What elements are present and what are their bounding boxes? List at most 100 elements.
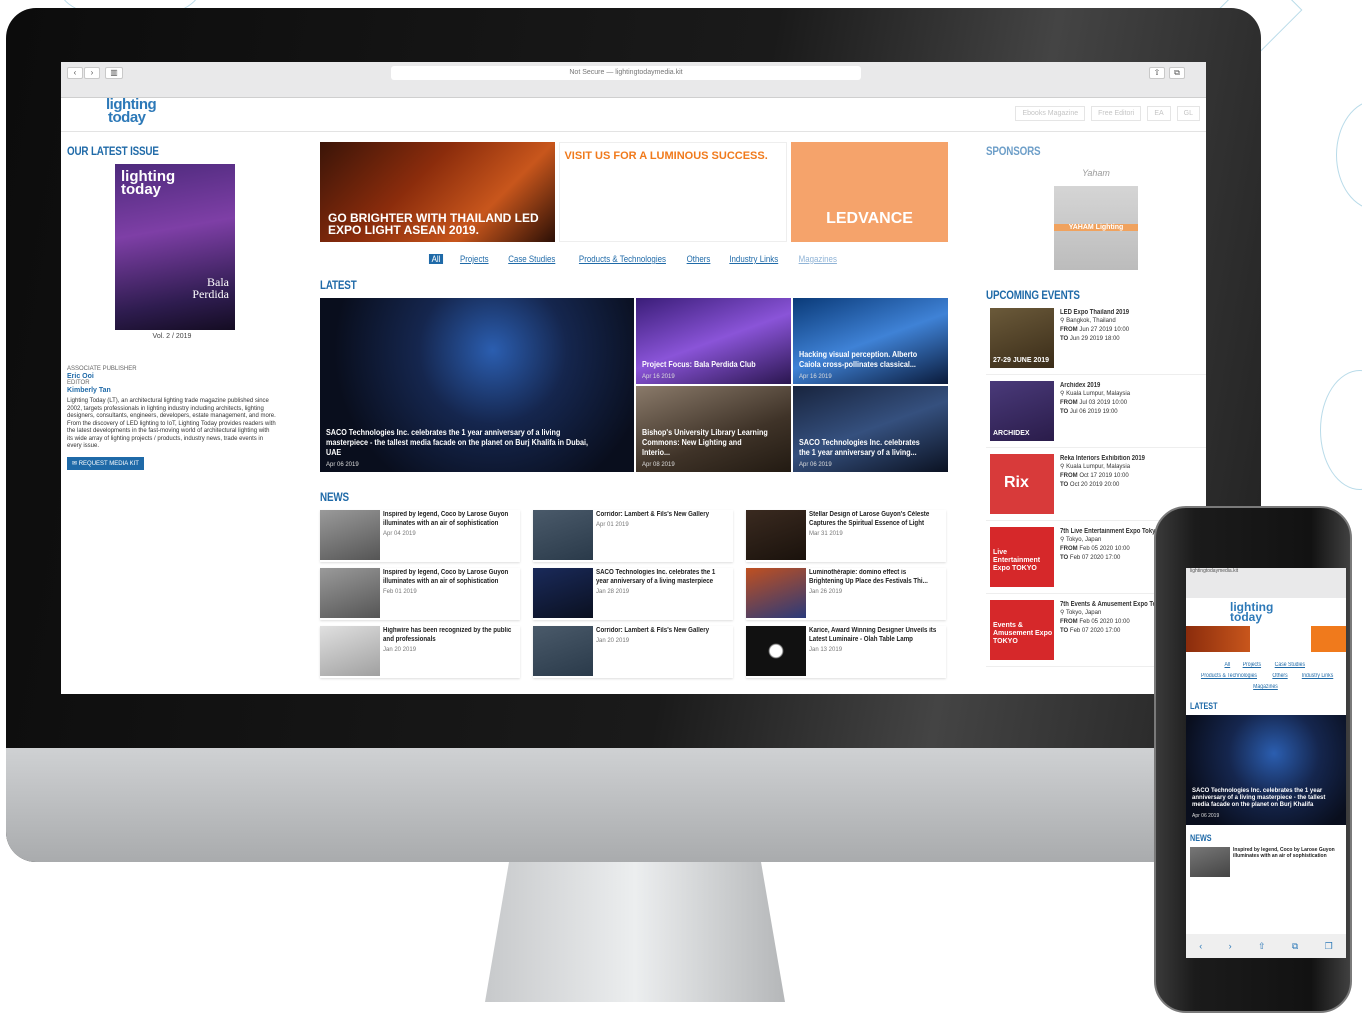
phone-news-item[interactable]: Inspired by legend, Coco by Larose Guyon… [1190, 847, 1346, 877]
sponsor-logo[interactable]: YAHAM Lighting [1054, 186, 1138, 270]
phone-tab-magazines[interactable]: Magazines [1254, 682, 1279, 693]
news-thumbnail [746, 568, 806, 618]
phone-url-bar[interactable]: lightingtodaymedia.kit [1186, 568, 1346, 598]
phone-site-logo[interactable]: lighting today [1230, 601, 1346, 623]
phone-tab-products[interactable]: Products & Technologies [1201, 671, 1257, 682]
card-date: Apr 16 2019 [799, 374, 832, 380]
event-item[interactable]: ARCHIDEX Archidex 2019 ⚲ Kuala Lumpur, Ma… [986, 375, 1206, 448]
imac-chin [6, 748, 1261, 862]
event-item[interactable]: 27-29 JUNE 2019 LED Expo Thailand 2019 ⚲ … [986, 302, 1206, 375]
tabs-icon[interactable]: ⧉ [1169, 67, 1185, 79]
phone-forward-icon[interactable]: › [1229, 941, 1232, 951]
phone-news-heading: NEWS [1190, 833, 1212, 843]
iphone-device: lightingtodaymedia.kit lighting today All… [1154, 506, 1352, 1013]
news-item[interactable]: Highwire has been recognized by the publ… [320, 626, 520, 678]
magazine-cover[interactable]: lighting today Bala Perdida [115, 164, 235, 330]
phone-tab-industry[interactable]: Industry Links [1302, 671, 1333, 682]
banner-visit-us[interactable]: VISIT US FOR A LUMINOUS SUCCESS. [559, 142, 788, 242]
header-link-gl[interactable]: GL [1176, 106, 1200, 121]
news-item[interactable]: Corridor: Lambert & Fils's New Gallery Ap… [533, 510, 733, 562]
phone-banner[interactable] [1186, 626, 1346, 652]
card-title: SACO Technologies Inc. celebrates the 1 … [326, 428, 589, 457]
phone-tabs-icon[interactable]: ❐ [1325, 941, 1333, 952]
left-column: OUR LATEST ISSUE lighting today Bala Perdi… [67, 144, 277, 470]
phone-latest-heading: LATEST [1190, 701, 1218, 711]
event-image: ARCHIDEX [990, 381, 1054, 441]
phone-bookmarks-icon[interactable]: ⧉ [1292, 941, 1298, 952]
phone-tab-all[interactable]: All [1225, 660, 1231, 671]
news-thumbnail [746, 510, 806, 560]
phone-latest-card[interactable]: SACO Technologies Inc. celebrates the 1 … [1186, 715, 1346, 825]
header-link-ebooks[interactable]: Ebooks Magazine [1015, 106, 1086, 121]
phone-tab-projects[interactable]: Projects [1242, 660, 1260, 671]
phone-share-icon[interactable]: ⇧ [1258, 941, 1266, 952]
banner-led-expo[interactable]: GO BRIGHTER WITH THAILAND LED EXPO LIGHT… [320, 142, 556, 242]
phone-tab-others[interactable]: Others [1273, 671, 1288, 682]
card-date: Apr 08 2019 [642, 462, 675, 468]
latest-card[interactable]: Hacking visual perception. Alberto Caiol… [793, 298, 948, 384]
tab-case-studies[interactable]: Case Studies [508, 254, 555, 264]
card-title: Hacking visual perception. Alberto Caiol… [799, 350, 918, 369]
latest-card[interactable]: Bishop's University Library Learning Com… [636, 386, 791, 472]
news-thumbnail [533, 626, 593, 676]
banner-row: GO BRIGHTER WITH THAILAND LED EXPO LIGHT… [320, 142, 948, 242]
phone-toolbar: ‹ › ⇧ ⧉ ❐ [1186, 934, 1346, 958]
news-item[interactable]: Inspired by legend, Coco by Larose Guyon… [320, 510, 520, 562]
news-item[interactable]: Karice, Award Winning Designer Unveils i… [746, 626, 946, 678]
latest-grid: SACO Technologies Inc. celebrates the 1 … [320, 298, 948, 472]
browser-chrome: ‹ › ▥ Not Secure — lightingtodaymedia.ki… [61, 62, 1206, 98]
latest-heading: LATEST [320, 278, 357, 292]
banner-ledvance[interactable]: LEDVANCE [791, 142, 948, 242]
tab-magazines[interactable]: Magazines [799, 254, 837, 264]
news-heading: NEWS [320, 490, 349, 504]
header-links: Ebooks Magazine Free Editori EA GL [1015, 106, 1200, 121]
header-link-editorial[interactable]: Free Editori [1091, 106, 1142, 121]
header-link-ea[interactable]: EA [1147, 106, 1171, 121]
phone-tab-case-studies[interactable]: Case Studies [1275, 660, 1305, 671]
news-thumbnail [320, 510, 380, 560]
forward-button[interactable]: › [84, 67, 100, 79]
url-bar[interactable]: Not Secure — lightingtodaymedia.kit [391, 66, 861, 80]
tab-products-technologies[interactable]: Products & Technologies [578, 254, 665, 264]
card-date: Apr 16 2019 [642, 374, 675, 380]
card-title: Project Focus: Bala Perdida Club [642, 360, 756, 369]
news-thumbnail [533, 510, 593, 560]
staff-name[interactable]: Eric Ooi [67, 373, 277, 380]
staff-name[interactable]: Kimberly Tan [67, 387, 277, 394]
latest-issue-heading: OUR LATEST ISSUE [67, 144, 159, 158]
card-title: Bishop's University Library Learning Com… [642, 428, 768, 457]
latest-card-main[interactable]: SACO Technologies Inc. celebrates the 1 … [320, 298, 634, 472]
phone-category-tabs: All Projects Case Studies Products & Tec… [1186, 660, 1346, 693]
event-image: Events & Amusement Expo TOKYO [990, 600, 1054, 660]
sponsor-name: Yaham [1082, 168, 1110, 178]
sidebar-icon[interactable]: ▥ [105, 67, 123, 79]
site-logo[interactable]: lighting today [106, 97, 157, 125]
mail-icon: ✉ [72, 460, 79, 467]
card-title: SACO Technologies Inc. celebrates the 1 … [799, 438, 920, 457]
news-item[interactable]: Inspired by legend, Coco by Larose Guyon… [320, 568, 520, 620]
tab-all[interactable]: All [429, 254, 444, 264]
latest-card[interactable]: SACO Technologies Inc. celebrates the 1 … [793, 386, 948, 472]
site-header: lighting today Ebooks Magazine Free Edito… [61, 97, 1206, 132]
news-item[interactable]: Luminothérapie: domino effect is Brighte… [746, 568, 946, 620]
cover-logo: lighting today [121, 168, 176, 198]
imac-screen: ‹ › ▥ Not Secure — lightingtodaymedia.ki… [61, 62, 1206, 694]
news-item[interactable]: Stellar Design of Larose Guyon's Céleste… [746, 510, 946, 562]
staff-role: EDITOR [67, 380, 90, 386]
imac-stand [485, 862, 785, 1002]
events-heading: UPCOMING EVENTS [986, 288, 1080, 302]
phone-back-icon[interactable]: ‹ [1199, 941, 1202, 951]
category-tabs: All Projects Case Studies Products & Tec… [320, 254, 948, 264]
tab-others[interactable]: Others [687, 254, 711, 264]
tab-projects[interactable]: Projects [460, 254, 489, 264]
request-media-kit-button[interactable]: ✉ REQUEST MEDIA KIT [67, 456, 144, 470]
tab-industry-links[interactable]: Industry Links [730, 254, 779, 264]
sponsors-heading: SPONSORS [986, 144, 1041, 158]
staff-role: ASSOCIATE PUBLISHER [67, 366, 137, 372]
latest-card[interactable]: Project Focus: Bala Perdida Club Apr 16 … [636, 298, 791, 384]
bg-line-3 [1320, 370, 1362, 490]
news-item[interactable]: Corridor: Lambert & Fils's New Gallery Ja… [533, 626, 733, 678]
back-button[interactable]: ‹ [67, 67, 83, 79]
share-icon[interactable]: ⇧ [1149, 67, 1165, 79]
news-item[interactable]: SACO Technologies Inc. celebrates the 1 … [533, 568, 733, 620]
